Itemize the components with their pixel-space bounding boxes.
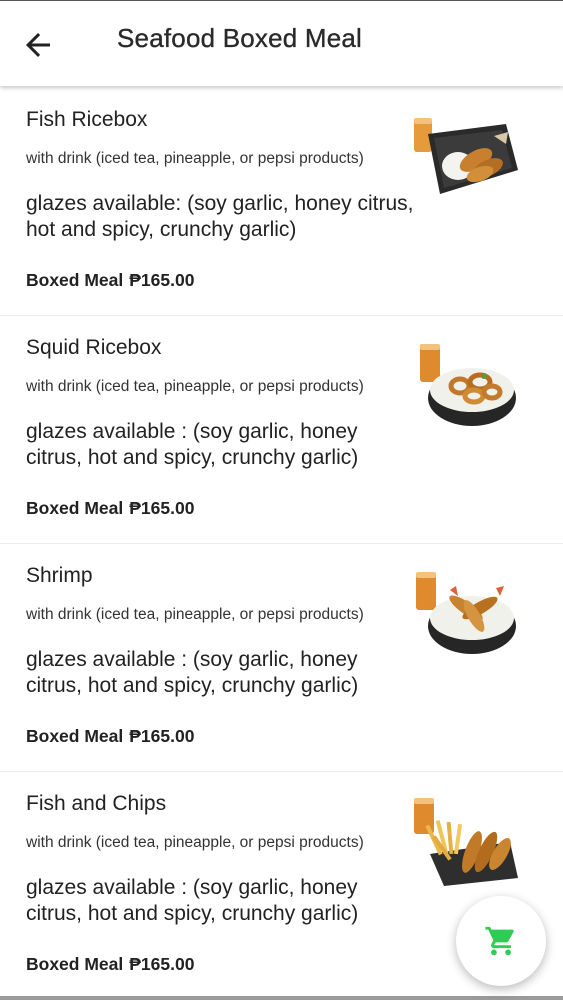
item-drink-note: with drink (iced tea, pineapple, or peps… [26, 606, 364, 623]
price-label: Boxed Meal [26, 726, 124, 746]
cart-icon [485, 926, 514, 956]
item-title: Shrimp [26, 564, 93, 587]
fish-and-chips-image [414, 798, 518, 886]
back-button[interactable] [20, 27, 56, 63]
item-price: Boxed Meal ₱165.00 [26, 726, 194, 747]
list-item[interactable]: Squid Ricebox with drink (iced tea, pine… [0, 316, 563, 544]
item-glazes: glazes available : (soy garlic, honey ci… [26, 876, 359, 925]
item-price: Boxed Meal ₱165.00 [26, 498, 194, 519]
list-item[interactable]: Fish Ricebox with drink (iced tea, pinea… [0, 88, 563, 316]
meal-list: Fish Ricebox with drink (iced tea, pinea… [0, 88, 563, 1000]
price-label: Boxed Meal [26, 498, 124, 518]
squid-ricebox-image [420, 344, 516, 426]
list-item[interactable]: Shrimp with drink (iced tea, pineapple, … [0, 544, 563, 772]
item-title: Squid Ricebox [26, 336, 162, 359]
page-title: Seafood Boxed Meal [117, 23, 362, 53]
price-amount: ₱165.00 [129, 726, 195, 746]
price-amount: ₱165.00 [129, 270, 195, 290]
price-label: Boxed Meal [26, 270, 124, 290]
item-drink-note: with drink (iced tea, pineapple, or peps… [26, 150, 364, 167]
item-drink-note: with drink (iced tea, pineapple, or peps… [26, 378, 364, 395]
item-glazes: glazes available : (soy garlic, honey ci… [26, 420, 359, 469]
cart-button[interactable] [456, 896, 546, 986]
price-amount: ₱165.00 [129, 498, 195, 518]
item-price: Boxed Meal ₱165.00 [26, 954, 194, 975]
fish-ricebox-image [414, 118, 518, 194]
item-glazes: glazes available : (soy garlic, honey ci… [26, 648, 359, 697]
item-price: Boxed Meal ₱165.00 [26, 270, 194, 291]
item-title: Fish and Chips [26, 792, 167, 815]
app-bar: Seafood Boxed Meal [0, 0, 563, 86]
item-title: Fish Ricebox [26, 108, 148, 131]
price-amount: ₱165.00 [129, 954, 195, 974]
item-glazes: glazes available: (soy garlic, honey cit… [26, 192, 414, 241]
bottom-edge [0, 996, 563, 1000]
item-drink-note: with drink (iced tea, pineapple, or peps… [26, 834, 364, 851]
arrow-back-icon [26, 33, 50, 57]
price-label: Boxed Meal [26, 954, 124, 974]
shrimp-ricebox-image [416, 572, 516, 654]
